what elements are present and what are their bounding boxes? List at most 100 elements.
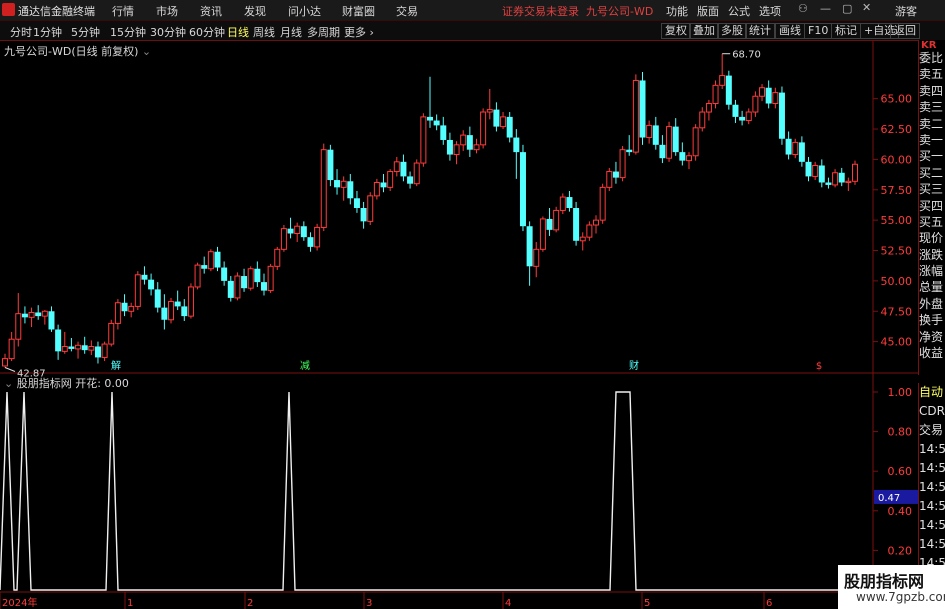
title-bar: 通达信金融终端 行情 市场 资讯 发现 问小达 财富圈 交易 证券交易未登录 九… <box>0 0 945 21</box>
period-tab-60min[interactable]: 60分钟 <box>189 24 225 40</box>
tool-multistock-button[interactable]: 多股 <box>717 23 747 39</box>
period-tab-daily[interactable]: 日线 <box>227 24 249 40</box>
candle-body <box>812 164 819 177</box>
candle <box>307 232 314 252</box>
candle <box>679 142 686 166</box>
candle-body <box>280 228 287 250</box>
candle-body <box>533 248 540 267</box>
minimize-icon[interactable]: — <box>820 2 831 15</box>
candle <box>334 169 341 195</box>
candle <box>214 246 221 272</box>
period-tab-1min[interactable]: 1分钟 <box>33 24 62 40</box>
candle-body <box>672 126 679 153</box>
tool-f10-button[interactable]: F10 <box>804 23 833 39</box>
candle <box>486 88 493 120</box>
menu-item-trade[interactable]: 交易 <box>396 3 418 19</box>
price-tick-label: 52.50 <box>881 245 913 258</box>
indicator-title[interactable]: ⌄ 股朋指标网 开花: 0.00 <box>4 375 129 391</box>
menu-item-layout[interactable]: 版面 <box>697 3 719 19</box>
period-tab-monthly[interactable]: 月线 <box>280 24 302 40</box>
candle-body <box>15 313 22 340</box>
candle <box>533 242 540 278</box>
candle <box>626 135 633 156</box>
menu-item-ask[interactable]: 问小达 <box>288 3 321 19</box>
candle-body <box>121 302 128 312</box>
candle-body <box>845 180 852 183</box>
period-tab-30min[interactable]: 30分钟 <box>150 24 186 40</box>
menu-item-quotes[interactable]: 行情 <box>112 3 134 19</box>
candle <box>247 266 254 291</box>
candle <box>194 262 201 290</box>
service-icon[interactable]: ⚇ <box>798 2 808 15</box>
candle <box>314 223 321 251</box>
candle <box>94 341 101 364</box>
trade-log-item-0[interactable]: 自动 <box>919 383 945 402</box>
candle-body <box>838 172 845 183</box>
maximize-icon[interactable]: ▢ <box>842 2 852 15</box>
candle <box>692 124 699 161</box>
sidebar-label-0: 委比 <box>919 51 944 65</box>
trade-log-item-1[interactable]: CDR <box>919 402 945 421</box>
candle <box>612 161 619 184</box>
menu-item-wealth[interactable]: 财富圈 <box>342 3 375 19</box>
candle <box>187 283 194 319</box>
menu-item-function[interactable]: 功能 <box>666 3 688 19</box>
candle-body <box>194 264 201 288</box>
tool-stats-button[interactable]: 统计 <box>745 23 775 39</box>
candle-body <box>327 149 334 181</box>
period-tab-5min[interactable]: 5分钟 <box>71 24 100 40</box>
candle-body <box>486 109 493 113</box>
candle <box>55 324 62 360</box>
sidebar-label-8: 买三 <box>919 182 944 197</box>
candle-body <box>21 313 28 318</box>
tool-mark-button[interactable]: 标记 <box>831 23 861 39</box>
candle-body <box>214 251 221 268</box>
candle-body <box>207 251 214 270</box>
candle-body <box>420 116 427 164</box>
kline-chart[interactable]: 65.00 62.50 60.00 57.50 55.00 52.50 50.00 47.50… <box>0 40 918 609</box>
candle <box>300 221 307 241</box>
tool-adjust-button[interactable]: 复权 <box>661 23 691 39</box>
candlestick-series <box>2 53 858 368</box>
menu-item-options[interactable]: 选项 <box>759 3 781 19</box>
candle <box>128 302 135 318</box>
candle-body <box>825 182 832 185</box>
candle <box>380 173 387 193</box>
candle-body <box>513 137 520 153</box>
candle <box>593 215 600 234</box>
back-button[interactable]: 返回 <box>890 23 920 39</box>
close-icon[interactable]: ✕ <box>862 1 871 14</box>
menu-item-news[interactable]: 资讯 <box>200 3 222 19</box>
candle <box>639 71 646 145</box>
candle-body <box>732 104 739 117</box>
period-tab-15min[interactable]: 15分钟 <box>110 24 146 40</box>
candle <box>181 299 188 321</box>
x-tick-label: 3 <box>366 598 372 609</box>
period-tab-multi[interactable]: 多周期 <box>307 24 340 40</box>
candle-body <box>646 124 653 139</box>
candle-body <box>114 302 121 324</box>
menu-item-formula[interactable]: 公式 <box>728 3 750 19</box>
candle-body <box>307 237 314 247</box>
price-tick-label: 60.00 <box>881 153 913 166</box>
menu-item-discover[interactable]: 发现 <box>244 3 266 19</box>
candle <box>473 138 480 154</box>
candle <box>646 120 653 144</box>
candle-body <box>506 116 513 138</box>
candle-body <box>639 80 646 138</box>
period-tab-more[interactable]: 更多 › <box>344 24 374 40</box>
tool-overlay-button[interactable]: 叠加 <box>689 23 719 39</box>
guest-user[interactable]: 游客 <box>895 3 917 19</box>
candle-body <box>227 280 234 298</box>
trade-log-item-8: 14:56 <box>919 537 945 551</box>
candle <box>739 110 746 126</box>
period-tab-weekly[interactable]: 周线 <box>253 24 275 40</box>
trade-log-item-2[interactable]: 交易 <box>919 421 945 440</box>
period-tab-timeshare[interactable]: 分时 <box>10 24 32 40</box>
menu-item-market[interactable]: 市场 <box>156 3 178 19</box>
sidebar-label-9: 买四 <box>919 198 944 213</box>
candle <box>8 331 15 362</box>
candle-body <box>201 265 208 269</box>
candle <box>792 138 799 159</box>
tool-draw-button[interactable]: 画线 <box>775 23 805 39</box>
